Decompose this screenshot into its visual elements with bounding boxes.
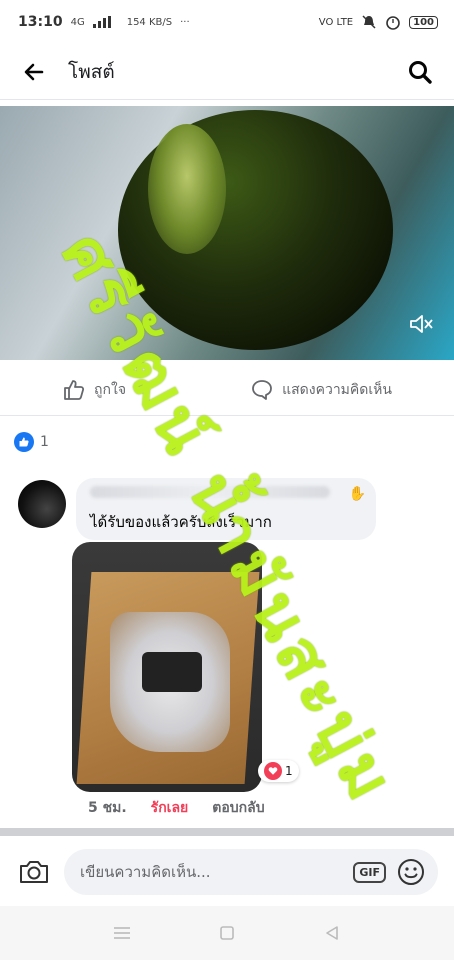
commenter-name-redacted: [90, 486, 330, 498]
system-navigation-bar: [0, 906, 454, 960]
reply-button[interactable]: ตอบกลับ: [212, 797, 264, 819]
back-nav-button[interactable]: [312, 913, 352, 953]
commenter-avatar[interactable]: [18, 480, 66, 528]
back-button[interactable]: [14, 52, 54, 92]
search-icon: [409, 60, 432, 84]
comment-time: 5 ชม.: [88, 800, 127, 816]
post-actions: ถูกใจ แสดงความคิดเห็น: [0, 364, 454, 416]
page-title: โพสต์: [68, 60, 115, 83]
comment-bubble-icon: [252, 379, 272, 400]
photo-bottles: [142, 652, 202, 692]
comment-photo[interactable]: [72, 542, 262, 792]
back-triangle-icon: [325, 926, 338, 940]
search-button[interactable]: [400, 52, 440, 92]
reaction-summary[interactable]: 1: [14, 432, 49, 452]
home-square-icon: [220, 926, 234, 940]
status-left: 13:10 4G 154 KB/S ···: [18, 14, 190, 30]
loved-button[interactable]: รักเลย: [151, 797, 189, 819]
reaction-count: 1: [40, 434, 49, 450]
menu-icon: [114, 927, 131, 939]
network-type: 4G: [70, 16, 85, 28]
like-button[interactable]: ถูกใจ: [62, 378, 126, 402]
post-video[interactable]: [0, 106, 454, 360]
comment-label: แสดงความคิดเห็น: [282, 381, 392, 398]
comment-input[interactable]: [80, 863, 344, 881]
status-time: 13:10: [18, 14, 63, 30]
waving-hand-icon: ✋: [348, 486, 366, 502]
speaker-muted-icon: [410, 315, 433, 333]
love-count: 1: [285, 764, 293, 778]
comment-button[interactable]: แสดงความคิดเห็น: [250, 378, 392, 402]
mute-video-button[interactable]: [406, 310, 436, 338]
alarm-icon: [386, 16, 400, 30]
like-label: ถูกใจ: [94, 381, 127, 398]
camera-icon: [20, 861, 48, 883]
menu-nav-button[interactable]: [102, 913, 142, 953]
video-frame-highlight: [148, 124, 226, 254]
status-right: VO LTE 100: [319, 14, 438, 30]
comment-composer: GIF: [0, 838, 454, 906]
home-nav-button[interactable]: [207, 913, 247, 953]
smiley-icon: [398, 859, 424, 885]
comment-text: ได้รับของแล้วครับส่งเร็วมาก: [90, 513, 272, 531]
network-speed: 154 KB/S: [126, 16, 173, 28]
like-reaction-badge: [14, 432, 34, 452]
camera-button[interactable]: [16, 854, 52, 890]
signal-icon: [92, 16, 111, 28]
section-divider: [0, 828, 454, 836]
thumbs-up-icon: [19, 437, 29, 447]
gif-button[interactable]: GIF: [353, 861, 386, 883]
status-bar: 13:10 4G 154 KB/S ··· VO LTE 100: [0, 0, 454, 44]
comment-input-wrapper: GIF: [64, 849, 438, 895]
thumbs-up-icon: [64, 379, 85, 400]
status-more-icon: ···: [180, 16, 190, 28]
heart-icon: [268, 767, 278, 775]
emoji-button[interactable]: [396, 857, 426, 887]
comment-love-reaction[interactable]: 1: [258, 760, 299, 782]
mute-bell-icon: [362, 15, 376, 29]
back-arrow-icon: [24, 63, 44, 80]
comment-meta: 5 ชม. รักเลย ตอบกลับ: [88, 797, 265, 819]
volte-indicator: VO LTE: [318, 16, 354, 28]
top-navbar: โพสต์: [0, 44, 454, 100]
battery-indicator: 100: [409, 15, 438, 29]
heart-reaction-badge: [264, 762, 282, 780]
comment-bubble[interactable]: ✋ ได้รับของแล้วครับส่งเร็วมาก: [76, 478, 376, 540]
